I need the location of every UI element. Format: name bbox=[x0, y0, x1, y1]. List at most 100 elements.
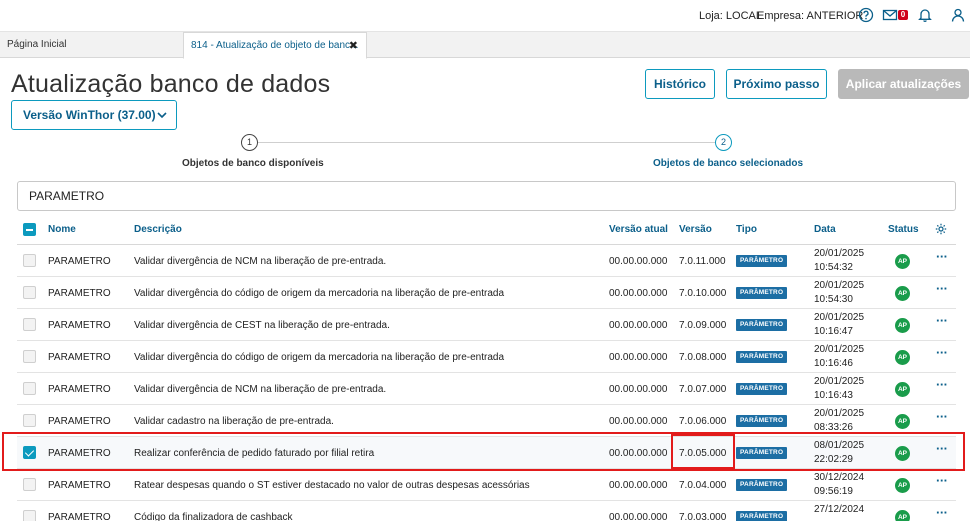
table-row[interactable]: PARAMETRO Validar divergência do código … bbox=[17, 277, 956, 309]
header-status[interactable]: Status bbox=[888, 224, 919, 235]
row-checkbox[interactable] bbox=[23, 414, 36, 427]
type-tag: PARÂMETRO bbox=[736, 255, 788, 267]
bell-icon[interactable] bbox=[917, 7, 933, 23]
cell-nome: PARAMETRO bbox=[48, 288, 111, 299]
row-checkbox[interactable] bbox=[23, 318, 36, 331]
more-options-icon[interactable]: ··· bbox=[936, 505, 948, 520]
header-data[interactable]: Data bbox=[814, 224, 836, 235]
page-title: Atualização banco de dados bbox=[11, 70, 331, 98]
time-value: 10:16:43 bbox=[814, 390, 853, 401]
tab-label: 814 - Atualização de objeto de banc... bbox=[191, 40, 359, 51]
cell-versao-atual: 00.00.00.000 bbox=[609, 480, 668, 491]
cell-descricao: Validar divergência de NCM na liberação … bbox=[134, 384, 387, 395]
row-checkbox-checked[interactable] bbox=[23, 446, 36, 459]
tab-database-update[interactable]: 814 - Atualização de objeto de banc... ✖ bbox=[183, 32, 367, 59]
table-row[interactable]: PARAMETRO Código da finalizadora de cash… bbox=[17, 501, 956, 521]
status-badge: AP bbox=[895, 318, 910, 333]
date-value: 20/01/2025 bbox=[814, 408, 865, 419]
gear-icon[interactable] bbox=[935, 223, 947, 235]
cell-versao-atual: 00.00.00.000 bbox=[609, 288, 668, 299]
time-value: 10:54:32 bbox=[814, 262, 853, 273]
more-options-icon[interactable]: ··· bbox=[936, 377, 948, 392]
table-row[interactable]: PARAMETRO Validar divergência de NCM na … bbox=[17, 373, 956, 405]
more-options-icon[interactable]: ··· bbox=[936, 249, 948, 264]
cell-versao: 7.0.09.000 bbox=[679, 320, 727, 331]
status-badge: AP bbox=[895, 414, 910, 429]
table-row[interactable]: PARAMETRO Validar divergência de NCM na … bbox=[17, 245, 956, 277]
more-options-icon[interactable]: ··· bbox=[936, 281, 948, 296]
time-value: 09:56:19 bbox=[814, 486, 853, 497]
date-value: 20/01/2025 bbox=[814, 312, 865, 323]
more-options-icon[interactable]: ··· bbox=[936, 409, 948, 424]
cell-versao-atual: 00.00.00.000 bbox=[609, 256, 668, 267]
cell-data: 20/01/2025 10:16:47 bbox=[814, 311, 864, 339]
date-value: 20/01/2025 bbox=[814, 280, 865, 291]
next-step-button[interactable]: Próximo passo bbox=[726, 69, 827, 99]
close-icon[interactable]: ✖ bbox=[349, 33, 358, 59]
table-row[interactable]: PARAMETRO Ratear despesas quando o ST es… bbox=[17, 469, 956, 501]
table-row[interactable]: PARAMETRO Validar divergência do código … bbox=[17, 341, 956, 373]
step-1-indicator[interactable]: 1 bbox=[241, 134, 258, 151]
row-checkbox[interactable] bbox=[23, 350, 36, 363]
cell-nome: PARAMETRO bbox=[48, 512, 111, 521]
cell-versao: 7.0.10.000 bbox=[679, 288, 727, 299]
cell-versao-atual: 00.00.00.000 bbox=[609, 384, 668, 395]
cell-data: 20/01/2025 10:54:32 bbox=[814, 247, 864, 275]
cell-versao: 7.0.11.000 bbox=[679, 256, 726, 267]
cell-versao: 7.0.04.000 bbox=[679, 480, 727, 491]
status-badge: AP bbox=[895, 382, 910, 397]
table-row[interactable]: PARAMETRO Validar divergência de CEST na… bbox=[17, 309, 956, 341]
row-checkbox[interactable] bbox=[23, 510, 36, 521]
type-tag: PARÂMETRO bbox=[736, 479, 788, 491]
time-value: 22:02:29 bbox=[814, 454, 853, 465]
row-checkbox[interactable] bbox=[23, 254, 36, 267]
header-nome[interactable]: Nome bbox=[48, 224, 76, 235]
apply-updates-button[interactable]: Aplicar atualizações bbox=[838, 69, 969, 99]
header-versao[interactable]: Versão bbox=[679, 224, 712, 235]
row-checkbox[interactable] bbox=[23, 478, 36, 491]
cell-data: 27/12/2024 bbox=[814, 503, 864, 517]
header-descricao[interactable]: Descrição bbox=[134, 224, 182, 235]
cell-versao-atual: 00.00.00.000 bbox=[609, 448, 668, 459]
row-checkbox[interactable] bbox=[23, 382, 36, 395]
date-value: 08/01/2025 bbox=[814, 440, 865, 451]
cell-versao-atual: 00.00.00.000 bbox=[609, 416, 668, 427]
table-row-selected[interactable]: PARAMETRO Realizar conferência de pedido… bbox=[17, 437, 956, 469]
header-versao-atual[interactable]: Versão atual bbox=[609, 224, 668, 235]
header-tipo[interactable]: Tipo bbox=[736, 224, 757, 235]
cell-descricao: Realizar conferência de pedido faturado … bbox=[134, 448, 375, 459]
cell-versao: 7.0.07.000 bbox=[679, 384, 727, 395]
tab-bar: Página Inicial 814 - Atualização de obje… bbox=[0, 32, 970, 59]
status-badge: AP bbox=[895, 254, 910, 269]
cell-data: 30/12/2024 09:56:19 bbox=[814, 471, 864, 499]
top-bar: Loja: LOCAL Empresa: ANTERIOR 0 bbox=[0, 0, 970, 32]
user-icon[interactable] bbox=[950, 7, 966, 23]
more-options-icon[interactable]: ··· bbox=[936, 473, 948, 488]
help-icon[interactable] bbox=[858, 7, 874, 23]
history-button[interactable]: Histórico bbox=[645, 69, 715, 99]
type-tag: PARÂMETRO bbox=[736, 287, 788, 299]
cell-nome: PARAMETRO bbox=[48, 352, 111, 363]
time-value: 10:16:46 bbox=[814, 358, 853, 369]
search-input[interactable]: PARAMETRO bbox=[17, 181, 956, 211]
table-header: Nome Descrição Versão atual Versão Tipo … bbox=[17, 220, 956, 245]
row-checkbox[interactable] bbox=[23, 286, 36, 299]
cell-descricao: Validar divergência do código de origem … bbox=[134, 352, 505, 363]
cell-versao: 7.0.03.000 bbox=[679, 512, 727, 521]
date-value: 20/01/2025 bbox=[814, 248, 865, 259]
select-all-checkbox[interactable] bbox=[23, 223, 36, 236]
tab-home[interactable]: Página Inicial bbox=[0, 32, 183, 58]
table-row[interactable]: PARAMETRO Validar cadastro na liberação … bbox=[17, 405, 956, 437]
cell-nome: PARAMETRO bbox=[48, 480, 111, 491]
more-options-icon[interactable]: ··· bbox=[936, 441, 948, 456]
mail-icon[interactable] bbox=[882, 7, 898, 23]
cell-versao-atual: 00.00.00.000 bbox=[609, 352, 668, 363]
mail-count-badge: 0 bbox=[898, 10, 908, 20]
cell-data: 20/01/2025 08:33:26 bbox=[814, 407, 864, 435]
more-options-icon[interactable]: ··· bbox=[936, 313, 948, 328]
date-value: 30/12/2024 bbox=[814, 472, 865, 483]
cell-data: 20/01/2025 10:16:46 bbox=[814, 343, 864, 371]
more-options-icon[interactable]: ··· bbox=[936, 345, 948, 360]
step-2-indicator[interactable]: 2 bbox=[715, 134, 732, 151]
version-select[interactable]: Versão WinThor (37.00) bbox=[11, 100, 177, 130]
